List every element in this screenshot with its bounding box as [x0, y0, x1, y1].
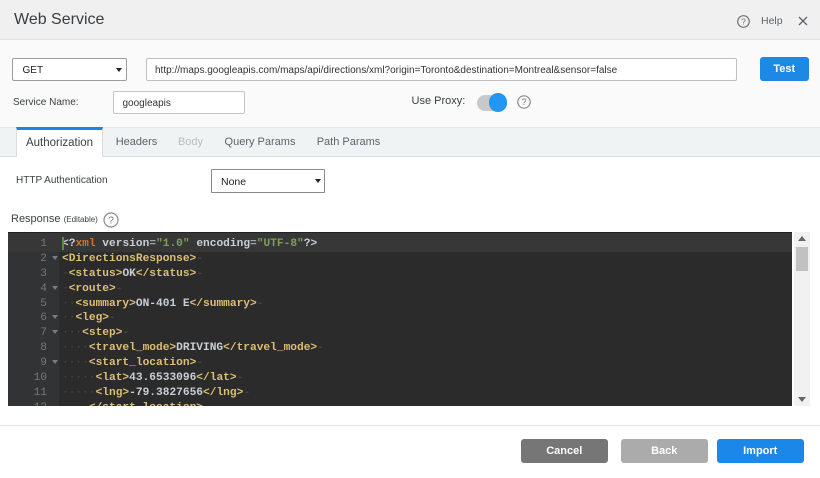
svg-text:?: ? [741, 16, 746, 26]
svg-text:?: ? [521, 97, 526, 107]
svg-text:?: ? [108, 216, 114, 227]
